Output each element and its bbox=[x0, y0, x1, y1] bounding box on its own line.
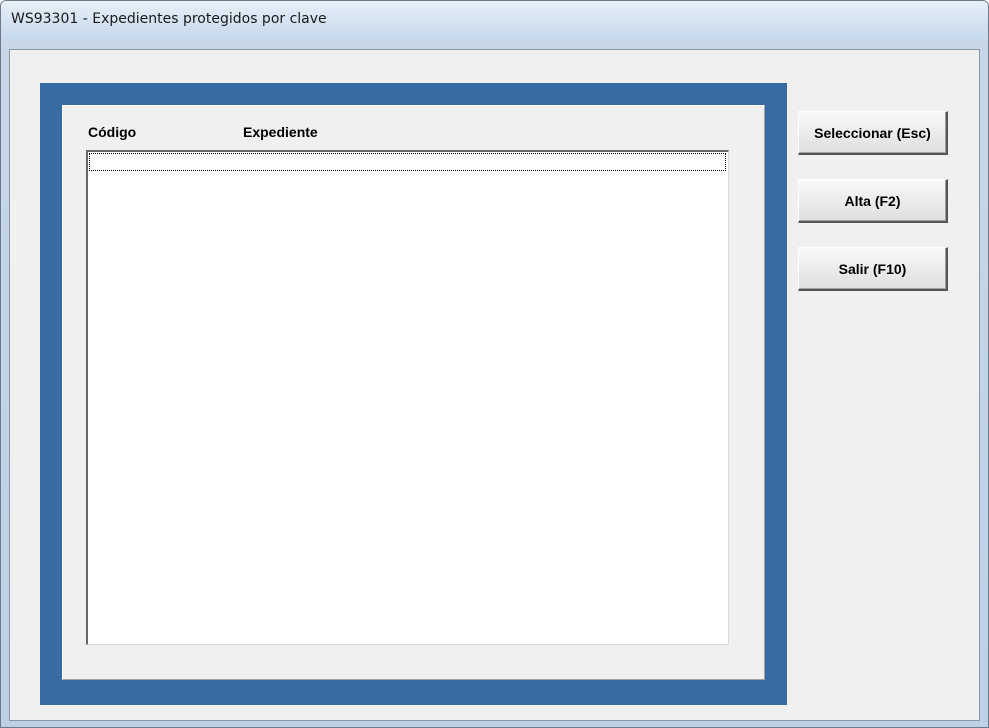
column-header-expediente: Expediente bbox=[243, 124, 318, 140]
salir-button[interactable]: Salir (F10) bbox=[798, 247, 948, 291]
select-button[interactable]: Seleccionar (Esc) bbox=[798, 111, 948, 155]
list-frame: Código Expediente bbox=[40, 83, 787, 705]
window-title: WS93301 - Expedientes protegidos por cla… bbox=[11, 11, 327, 27]
list-panel: Código Expediente bbox=[62, 105, 765, 680]
column-header-codigo: Código bbox=[88, 124, 137, 140]
alta-button[interactable]: Alta (F2) bbox=[798, 179, 948, 223]
app-window: WS93301 - Expedientes protegidos por cla… bbox=[0, 0, 989, 728]
list-focus-row[interactable] bbox=[89, 153, 726, 171]
expedientes-listbox[interactable] bbox=[86, 150, 729, 645]
dialog-client-area: Código Expediente Seleccionar (Esc) Alta… bbox=[9, 49, 980, 721]
title-bar[interactable]: WS93301 - Expedientes protegidos por cla… bbox=[1, 1, 988, 41]
